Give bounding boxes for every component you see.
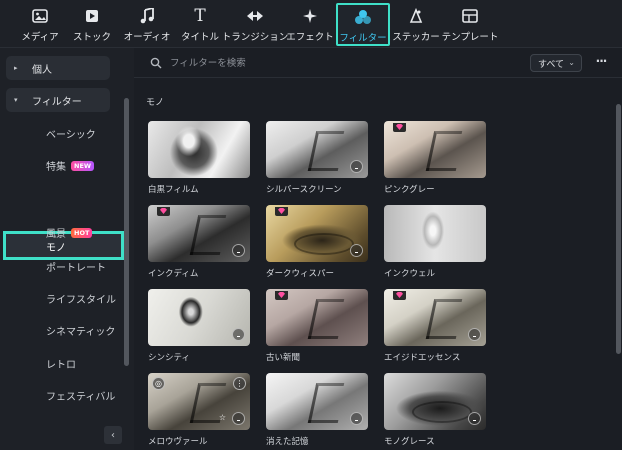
effects-sparkle-icon bbox=[301, 7, 319, 25]
top-toolbar: メディア ストック オーディオ T タイトル トランジション エフェクト フィル… bbox=[0, 0, 622, 48]
filter-grid-panel: モノ 白黒フィルム シルバースクリーン ピンクグレー インクディム ダークウィス… bbox=[134, 80, 622, 450]
filter-thumbnail[interactable] bbox=[266, 373, 368, 430]
more-horizontal-icon: ··· bbox=[595, 54, 608, 68]
tab-transitions[interactable]: トランジション bbox=[222, 4, 288, 44]
hot-badge: HOT bbox=[71, 227, 93, 238]
preview-icon[interactable]: ◎ bbox=[152, 377, 165, 390]
new-badge: NEW bbox=[71, 160, 95, 171]
filter-thumbnail[interactable] bbox=[384, 121, 486, 178]
filter-card[interactable]: インクウェル bbox=[384, 205, 486, 279]
favorite-star-icon[interactable]: ☆ bbox=[216, 412, 229, 425]
filter-card[interactable]: シルバースクリーン bbox=[266, 121, 368, 195]
sticker-icon bbox=[407, 7, 425, 25]
more-vertical-icon[interactable]: ⋮ bbox=[233, 377, 246, 390]
filter-thumbnail[interactable] bbox=[384, 373, 486, 430]
premium-gem-icon bbox=[393, 123, 406, 132]
download-icon[interactable] bbox=[350, 160, 363, 173]
download-icon[interactable] bbox=[350, 244, 363, 257]
sidebar-group-filters[interactable]: ▾ フィルター bbox=[6, 88, 110, 112]
filter-card[interactable]: モノグレース bbox=[384, 373, 486, 447]
sidebar-item-basic[interactable]: ベーシック bbox=[46, 126, 96, 141]
tab-stock[interactable]: ストック bbox=[70, 4, 114, 44]
download-icon[interactable] bbox=[350, 412, 363, 425]
filter-thumbnail[interactable] bbox=[266, 289, 368, 346]
filter-thumbnail[interactable] bbox=[148, 289, 250, 346]
sidebar-item-lifestyle[interactable]: ライフスタイル bbox=[46, 291, 116, 306]
sidebar-item-cinematic[interactable]: シネマティック bbox=[46, 323, 115, 338]
chevron-down-icon: ⌄ bbox=[568, 58, 575, 67]
transition-icon bbox=[246, 7, 264, 25]
download-icon[interactable] bbox=[232, 412, 245, 425]
filter-card[interactable]: ダークウィスパー bbox=[266, 205, 368, 279]
filter-thumbnail[interactable] bbox=[148, 205, 250, 262]
stock-media-icon bbox=[83, 7, 101, 25]
filter-thumbnail[interactable] bbox=[384, 205, 486, 262]
filter-thumbnail[interactable] bbox=[266, 205, 368, 262]
media-icon bbox=[31, 7, 49, 25]
download-icon[interactable] bbox=[468, 328, 481, 341]
premium-gem-icon bbox=[393, 291, 406, 300]
tab-effects[interactable]: エフェクト bbox=[286, 4, 334, 44]
collapse-sidebar-button[interactable]: ‹ bbox=[104, 426, 122, 444]
filter-card[interactable]: ピンクグレー bbox=[384, 121, 486, 195]
sidebar-item-portrait[interactable]: ポートレート bbox=[46, 259, 106, 274]
sidebar-item-festival[interactable]: フェスティバル bbox=[46, 388, 115, 403]
filter-thumbnail[interactable] bbox=[148, 121, 250, 178]
sidebar-item-landscape[interactable]: 風景 HOT bbox=[46, 225, 93, 240]
more-options-button[interactable]: ··· bbox=[592, 54, 610, 72]
filter-card[interactable]: 白黒フィルム bbox=[148, 121, 250, 195]
filter-card[interactable]: インクディム bbox=[148, 205, 250, 279]
sidebar-item-featured[interactable]: 特集 NEW bbox=[46, 158, 95, 173]
sidebar-group-personal[interactable]: ▸ 個人 bbox=[6, 56, 110, 80]
tab-titles[interactable]: T タイトル bbox=[180, 4, 220, 44]
filter-thumbnail[interactable]: ◎ ⋮ ☆ bbox=[148, 373, 250, 430]
filter-circles-icon bbox=[354, 8, 372, 26]
filter-card[interactable]: ◎ ⋮ ☆ メロウヴァール bbox=[148, 373, 250, 447]
tab-filters[interactable]: フィルター bbox=[336, 3, 390, 46]
premium-gem-icon bbox=[275, 207, 288, 216]
sidebar-scrollbar[interactable] bbox=[124, 98, 129, 366]
music-note-icon bbox=[138, 7, 156, 25]
filter-card[interactable]: エイジドエッセンス bbox=[384, 289, 486, 363]
filter-card[interactable]: 古い新聞 bbox=[266, 289, 368, 363]
sidebar-item-retro[interactable]: レトロ bbox=[46, 356, 76, 371]
filter-category-sidebar: ▸ 個人 ▾ フィルター ベーシック 特集 NEW モノ 風景 HOT ポートレ… bbox=[0, 48, 134, 450]
premium-gem-icon bbox=[157, 207, 170, 216]
template-icon bbox=[461, 7, 479, 25]
filter-search-bar: すべて ⌄ ··· bbox=[134, 48, 622, 78]
download-icon[interactable] bbox=[468, 412, 481, 425]
filter-thumbnail[interactable] bbox=[266, 121, 368, 178]
tab-templates[interactable]: テンプレート bbox=[442, 4, 498, 44]
tab-media[interactable]: メディア bbox=[18, 4, 62, 44]
chevron-left-icon: ‹ bbox=[111, 429, 115, 441]
content-scrollbar[interactable] bbox=[616, 104, 621, 354]
tab-stickers[interactable]: ステッカー bbox=[392, 4, 440, 44]
premium-gem-icon bbox=[275, 291, 288, 300]
title-text-icon: T bbox=[194, 6, 206, 26]
download-icon[interactable] bbox=[232, 244, 245, 257]
search-icon bbox=[150, 57, 162, 69]
tab-audio[interactable]: オーディオ bbox=[122, 4, 172, 44]
filter-thumbnail[interactable] bbox=[384, 289, 486, 346]
section-title: モノ bbox=[146, 98, 165, 108]
download-icon[interactable] bbox=[232, 328, 245, 341]
caret-right-icon: ▸ bbox=[14, 64, 18, 72]
filter-card[interactable]: シンシティ bbox=[148, 289, 250, 363]
caret-down-icon: ▾ bbox=[14, 96, 18, 104]
filter-scope-dropdown[interactable]: すべて ⌄ bbox=[530, 54, 582, 72]
filter-card[interactable]: 消えた記憶 bbox=[266, 373, 368, 447]
search-input[interactable] bbox=[170, 54, 430, 72]
